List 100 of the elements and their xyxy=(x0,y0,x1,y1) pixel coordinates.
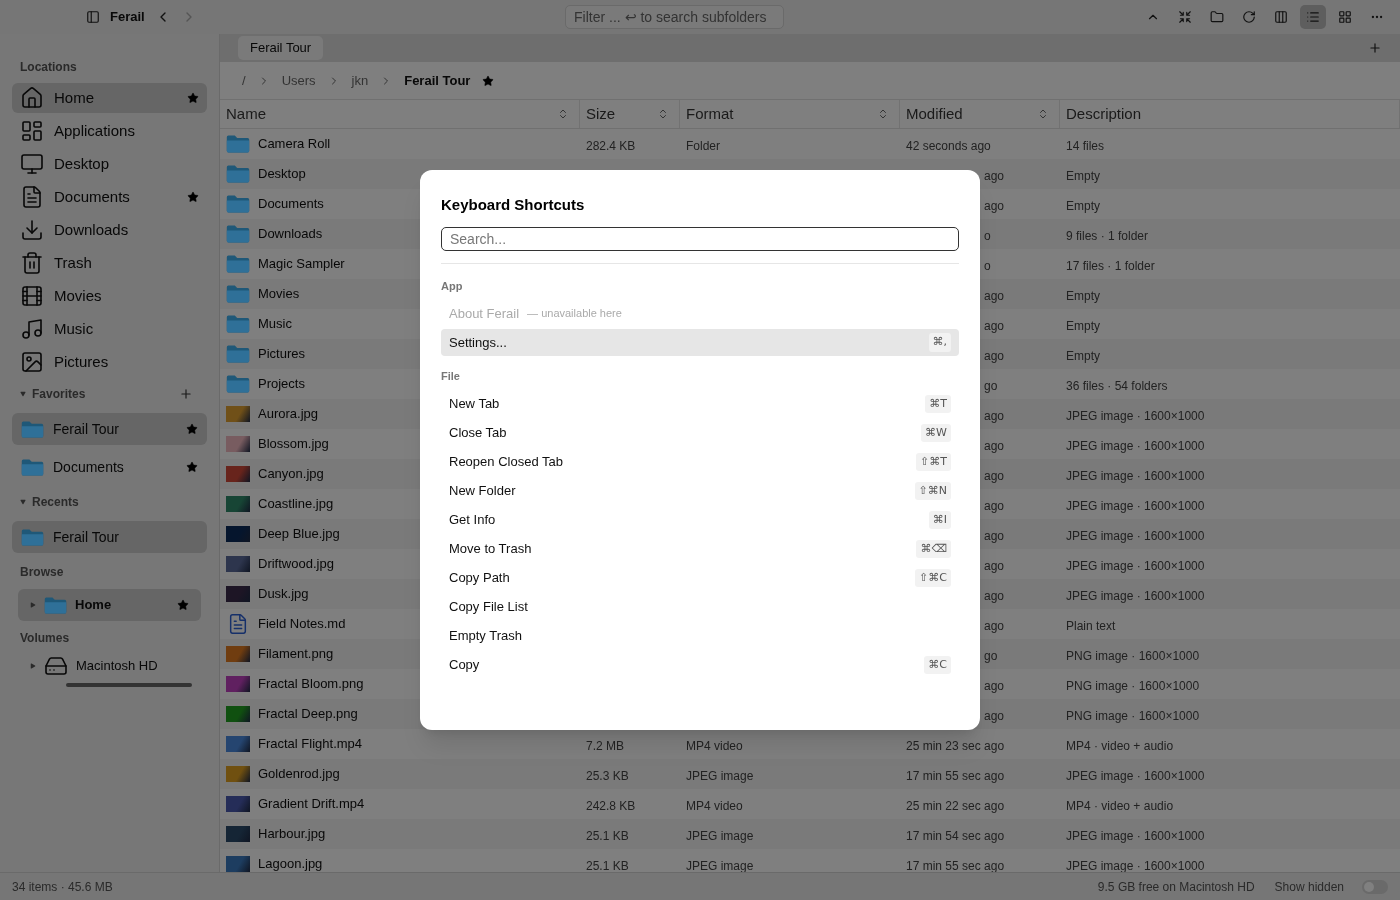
tree-item[interactable]: Macintosh HD xyxy=(18,651,201,681)
sidebar-item[interactable]: Pictures xyxy=(12,347,207,377)
new-tab-icon[interactable] xyxy=(1368,41,1382,55)
caret-icon[interactable] xyxy=(30,602,36,608)
column-header[interactable]: Format xyxy=(680,100,900,128)
shortcut-row[interactable]: Reopen Closed Tab ⇧⌘T xyxy=(441,448,959,476)
table-cell: 242.8 KB xyxy=(586,799,636,813)
breadcrumb-link[interactable]: Users xyxy=(281,70,316,91)
folder-icon xyxy=(226,314,250,334)
caret-icon[interactable] xyxy=(20,499,26,505)
tree-item[interactable]: Home xyxy=(18,589,201,621)
sidebar-item[interactable]: Movies xyxy=(12,281,207,311)
list-view-icon[interactable] xyxy=(1300,5,1326,29)
table-cell: Empty xyxy=(1066,169,1100,183)
music-note-icon xyxy=(20,317,44,341)
sidebar-item[interactable]: Applications xyxy=(12,116,207,146)
sidebar-item[interactable]: Documents xyxy=(12,451,207,483)
table-cell: Empty xyxy=(1066,199,1100,213)
sort-icon xyxy=(557,108,569,120)
table-cell: 25 min 23 sec ago xyxy=(906,739,1005,753)
table-cell: MP4 · video + audio xyxy=(1066,799,1174,813)
shortcut-row[interactable]: New Folder ⇧⌘N xyxy=(441,477,959,505)
shortcut-key: ⇧⌘N xyxy=(914,481,951,501)
shortcut-row[interactable]: Get Info ⌘I xyxy=(441,506,959,534)
table-cell: 25 min 22 sec ago xyxy=(906,799,1005,813)
file-name: Downloads xyxy=(258,225,323,244)
file-name: Documents xyxy=(258,195,324,214)
table-cell: Empty xyxy=(1066,319,1100,333)
shortcut-row[interactable]: Close Tab ⌘W xyxy=(441,419,959,447)
document-icon xyxy=(227,613,249,635)
file-name: Pictures xyxy=(258,345,305,364)
caret-icon[interactable] xyxy=(20,391,26,397)
folder-icon xyxy=(226,254,250,274)
file-name: Canyon.jpg xyxy=(258,465,324,484)
column-header[interactable]: Description xyxy=(1060,100,1400,128)
sidebar-item[interactable]: Documents xyxy=(12,182,207,212)
file-name: Movies xyxy=(258,285,300,304)
toggle-label: Show hidden xyxy=(1274,878,1344,896)
table-cell: 14 files xyxy=(1066,139,1105,153)
column-header[interactable]: Name xyxy=(220,100,580,128)
shortcut-row[interactable]: Empty Trash xyxy=(441,622,959,650)
sidebar-item[interactable]: Downloads xyxy=(12,215,207,245)
table-cell: 36 files · 54 folders xyxy=(1066,379,1168,393)
file-name: Deep Blue.jpg xyxy=(258,525,340,544)
table-cell: JPEG image xyxy=(686,859,754,872)
breadcrumb-link[interactable]: / xyxy=(242,70,246,91)
table-cell: ago xyxy=(984,289,1005,303)
folder-icon xyxy=(226,374,250,394)
sidebar-item[interactable]: Ferail Tour xyxy=(12,521,207,553)
shortcut-row[interactable]: Settings... ⌘, xyxy=(441,329,959,356)
window-title: Ferail xyxy=(110,8,145,27)
shortcut-key: ⌘⌫ xyxy=(916,539,951,559)
shortcut-row[interactable]: Copy Path ⇧⌘C xyxy=(441,564,959,592)
column-header[interactable]: Modified xyxy=(900,100,1060,128)
filter-field[interactable]: Filter ... ↩ to search subfolders xyxy=(565,5,784,29)
file-name: Magic Sampler xyxy=(258,255,345,274)
table-cell: PNG image · 1600×1000 xyxy=(1066,649,1200,663)
folder-icon xyxy=(226,224,250,244)
tab[interactable]: Ferail Tour xyxy=(238,36,324,60)
sidebar-toggle-icon[interactable] xyxy=(86,10,100,24)
breadcrumb-link[interactable]: jkn xyxy=(351,70,369,91)
column-header[interactable]: Size xyxy=(580,100,680,128)
sidebar-item[interactable]: Trash xyxy=(12,248,207,278)
file-name: Camera Roll xyxy=(258,135,331,154)
shortcut-row[interactable]: Copy ⌘C xyxy=(441,651,959,679)
table-cell: JPEG image · 1600×1000 xyxy=(1066,469,1205,483)
image-icon xyxy=(20,350,44,374)
file-name: Desktop xyxy=(258,165,306,184)
scrollbar[interactable] xyxy=(66,683,192,687)
table-cell: ago xyxy=(984,409,1005,423)
table-cell: ago xyxy=(984,469,1005,483)
shortcut-row[interactable]: Move to Trash ⌘⌫ xyxy=(441,535,959,563)
breadcrumb-link[interactable]: Ferail Tour xyxy=(404,70,471,91)
table-cell: MP4 video xyxy=(686,739,743,753)
table-cell: PNG image · 1600×1000 xyxy=(1066,679,1200,693)
file-name: Aurora.jpg xyxy=(258,405,318,424)
table-cell: JPEG image · 1600×1000 xyxy=(1066,439,1205,453)
caret-icon[interactable] xyxy=(30,663,36,669)
drive-icon xyxy=(44,654,68,678)
file-name: Lagoon.jpg xyxy=(258,855,323,872)
trash-icon xyxy=(20,251,44,275)
table-cell: JPEG image xyxy=(686,829,754,843)
folder-icon xyxy=(226,284,250,304)
table-cell: JPEG image · 1600×1000 xyxy=(1066,589,1205,603)
add-icon[interactable] xyxy=(179,387,193,401)
shortcut-row[interactable]: New Tab ⌘T xyxy=(441,390,959,418)
shortcut-key: ⌘, xyxy=(928,333,951,352)
table-cell: ago xyxy=(984,529,1005,543)
table-cell: 17 min 54 sec ago xyxy=(906,829,1005,843)
file-name: Dusk.jpg xyxy=(258,585,309,604)
sidebar-item[interactable]: Music xyxy=(12,314,207,344)
search-field[interactable]: Search... xyxy=(441,226,959,251)
status-summary: 34 items · 45.6 MB xyxy=(12,878,113,896)
shortcut-key: ⇧⌘C xyxy=(915,568,951,588)
sidebar-item[interactable]: Home xyxy=(12,83,207,113)
shortcut-row[interactable]: Copy File List xyxy=(441,593,959,621)
sidebar-item[interactable]: Ferail Tour xyxy=(12,413,207,445)
folder-icon xyxy=(21,527,44,547)
sidebar-item[interactable]: Desktop xyxy=(12,149,207,179)
table-cell: o xyxy=(984,259,991,273)
